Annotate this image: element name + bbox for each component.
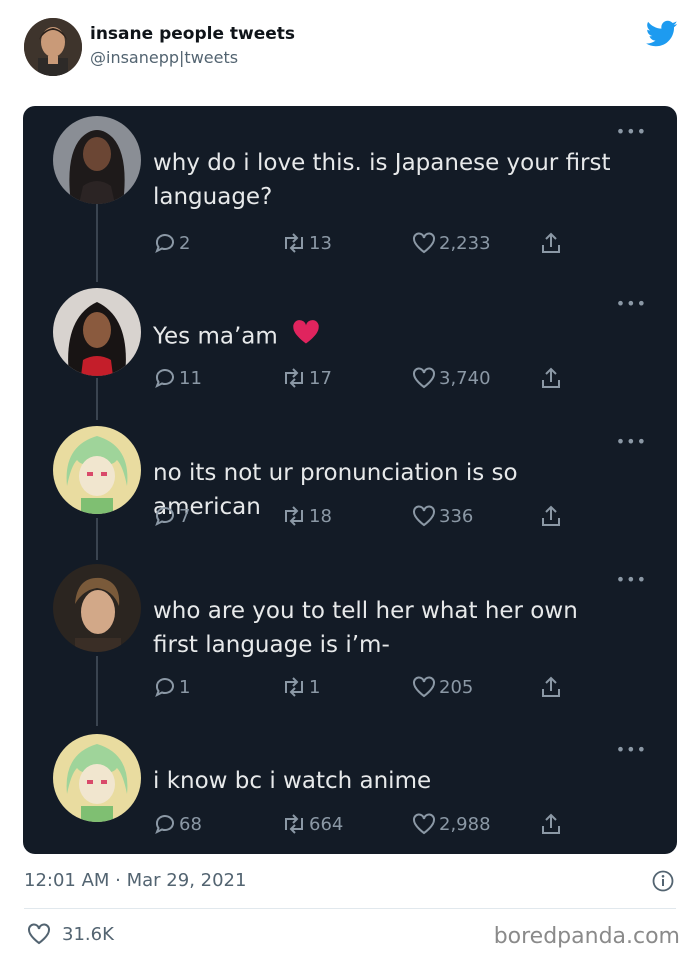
reply-count: 1: [179, 676, 191, 698]
retweet-button[interactable]: 18: [281, 501, 332, 531]
author-display-name[interactable]: insane people tweets: [90, 24, 295, 44]
tweet-timestamp[interactable]: 12:01 AM · Mar 29, 2021: [24, 870, 246, 891]
like-count: 205: [439, 676, 474, 698]
tweet-like-count: 31.6K: [62, 923, 114, 945]
retweet-button[interactable]: 13: [281, 228, 332, 258]
reply-button[interactable]: 11: [153, 363, 202, 393]
share-icon: [542, 505, 560, 526]
like-count: 2,233: [439, 232, 491, 254]
man-face-avatar[interactable]: [53, 564, 141, 652]
reply-count: 11: [179, 367, 202, 389]
share-icon: [542, 232, 560, 253]
share-button[interactable]: [539, 672, 565, 702]
thread-tweet[interactable]: ••• i know bc i watch anime 68 664 2,988: [23, 734, 677, 844]
tweet-text-content: Yes ma’am: [153, 323, 278, 350]
tweet-actions: 7 18 336: [153, 501, 593, 531]
retweet-count: 664: [309, 813, 344, 835]
more-options-icon[interactable]: •••: [616, 432, 647, 451]
anime-green-hair-avatar[interactable]: [53, 426, 141, 514]
tweet-like-button[interactable]: 31.6K: [26, 922, 114, 946]
retweet-count: 17: [309, 367, 332, 389]
woman-long-hair-avatar[interactable]: [53, 116, 141, 204]
reply-count: 2: [179, 232, 191, 254]
footer-divider: [24, 908, 676, 909]
more-options-icon[interactable]: •••: [616, 122, 647, 141]
tweet-actions: 2 13 2,233: [153, 228, 593, 258]
more-options-icon[interactable]: •••: [616, 294, 647, 313]
retweet-icon: [285, 677, 303, 697]
reply-button[interactable]: 68: [153, 809, 202, 839]
retweet-icon: [285, 506, 303, 526]
reply-count: 68: [179, 813, 202, 835]
red-heart-emoji: [291, 318, 321, 356]
reply-button[interactable]: 2: [153, 228, 190, 258]
heart-outline-icon: [413, 232, 435, 254]
tweet-actions: 1 1 205: [153, 672, 593, 702]
anime-green-hair-avatar[interactable]: [53, 734, 141, 822]
thread-tweet[interactable]: ••• who are you to tell her what her own…: [23, 564, 677, 714]
reply-count: 7: [179, 505, 191, 527]
tweet-actions: 11 17 3,740: [153, 363, 593, 393]
embedded-thread-screenshot: ••• why do i love this. is Japanese your…: [23, 106, 677, 854]
watermark: boredpanda.com: [493, 924, 680, 949]
like-button[interactable]: 2,988: [411, 809, 491, 839]
tweet-text: who are you to tell her what her own fir…: [153, 598, 578, 658]
like-button[interactable]: 205: [411, 672, 473, 702]
woman-dark-hair-avatar[interactable]: [53, 288, 141, 376]
heart-outline-icon: [413, 676, 435, 698]
author-avatar[interactable]: [24, 18, 82, 76]
retweet-button[interactable]: 17: [281, 363, 332, 393]
retweet-icon: [285, 368, 303, 388]
reply-icon: [155, 815, 174, 835]
like-count: 336: [439, 505, 474, 527]
tweet-text: Yes ma’am: [153, 318, 623, 356]
heart-outline-icon: [413, 813, 435, 835]
retweet-count: 1: [309, 676, 321, 698]
retweet-icon: [285, 233, 303, 253]
more-options-icon[interactable]: •••: [616, 740, 647, 759]
heart-outline-icon: [413, 367, 435, 389]
share-icon: [542, 676, 560, 697]
share-button[interactable]: [539, 809, 565, 839]
reply-button[interactable]: 1: [153, 672, 190, 702]
share-icon: [542, 367, 560, 388]
like-count: 3,740: [439, 367, 491, 389]
retweet-button[interactable]: 664: [281, 809, 343, 839]
reply-icon: [155, 369, 174, 389]
reply-icon: [155, 678, 174, 698]
thread-tweet[interactable]: ••• Yes ma’am 11 17 3,740: [23, 288, 677, 398]
thread-tweet[interactable]: ••• why do i love this. is Japanese your…: [23, 116, 677, 266]
tweet-text: i know bc i watch anime: [153, 768, 432, 794]
share-button[interactable]: [539, 501, 565, 531]
reply-icon: [155, 507, 174, 527]
heart-outline-icon: [413, 505, 435, 527]
retweet-count: 13: [309, 232, 332, 254]
like-button[interactable]: 336: [411, 501, 473, 531]
thread-tweet[interactable]: ••• no its not ur pronunciation is so am…: [23, 426, 677, 536]
retweet-count: 18: [309, 505, 332, 527]
info-icon[interactable]: [652, 870, 674, 892]
twitter-bird-icon[interactable]: [645, 20, 678, 48]
heart-outline-icon: [28, 923, 50, 945]
reply-button[interactable]: 7: [153, 501, 190, 531]
retweet-button[interactable]: 1: [281, 672, 320, 702]
tweet-text: why do i love this. is Japanese your fir…: [153, 150, 611, 210]
tweet-actions: 68 664 2,988: [153, 809, 593, 839]
like-count: 2,988: [439, 813, 491, 835]
share-button[interactable]: [539, 228, 565, 258]
author-handle[interactable]: @insanepp|tweets: [90, 48, 238, 67]
share-icon: [542, 813, 560, 834]
retweet-icon: [285, 814, 303, 834]
reply-icon: [155, 234, 174, 254]
like-button[interactable]: 2,233: [411, 228, 491, 258]
more-options-icon[interactable]: •••: [616, 570, 647, 589]
share-button[interactable]: [539, 363, 565, 393]
like-button[interactable]: 3,740: [411, 363, 491, 393]
